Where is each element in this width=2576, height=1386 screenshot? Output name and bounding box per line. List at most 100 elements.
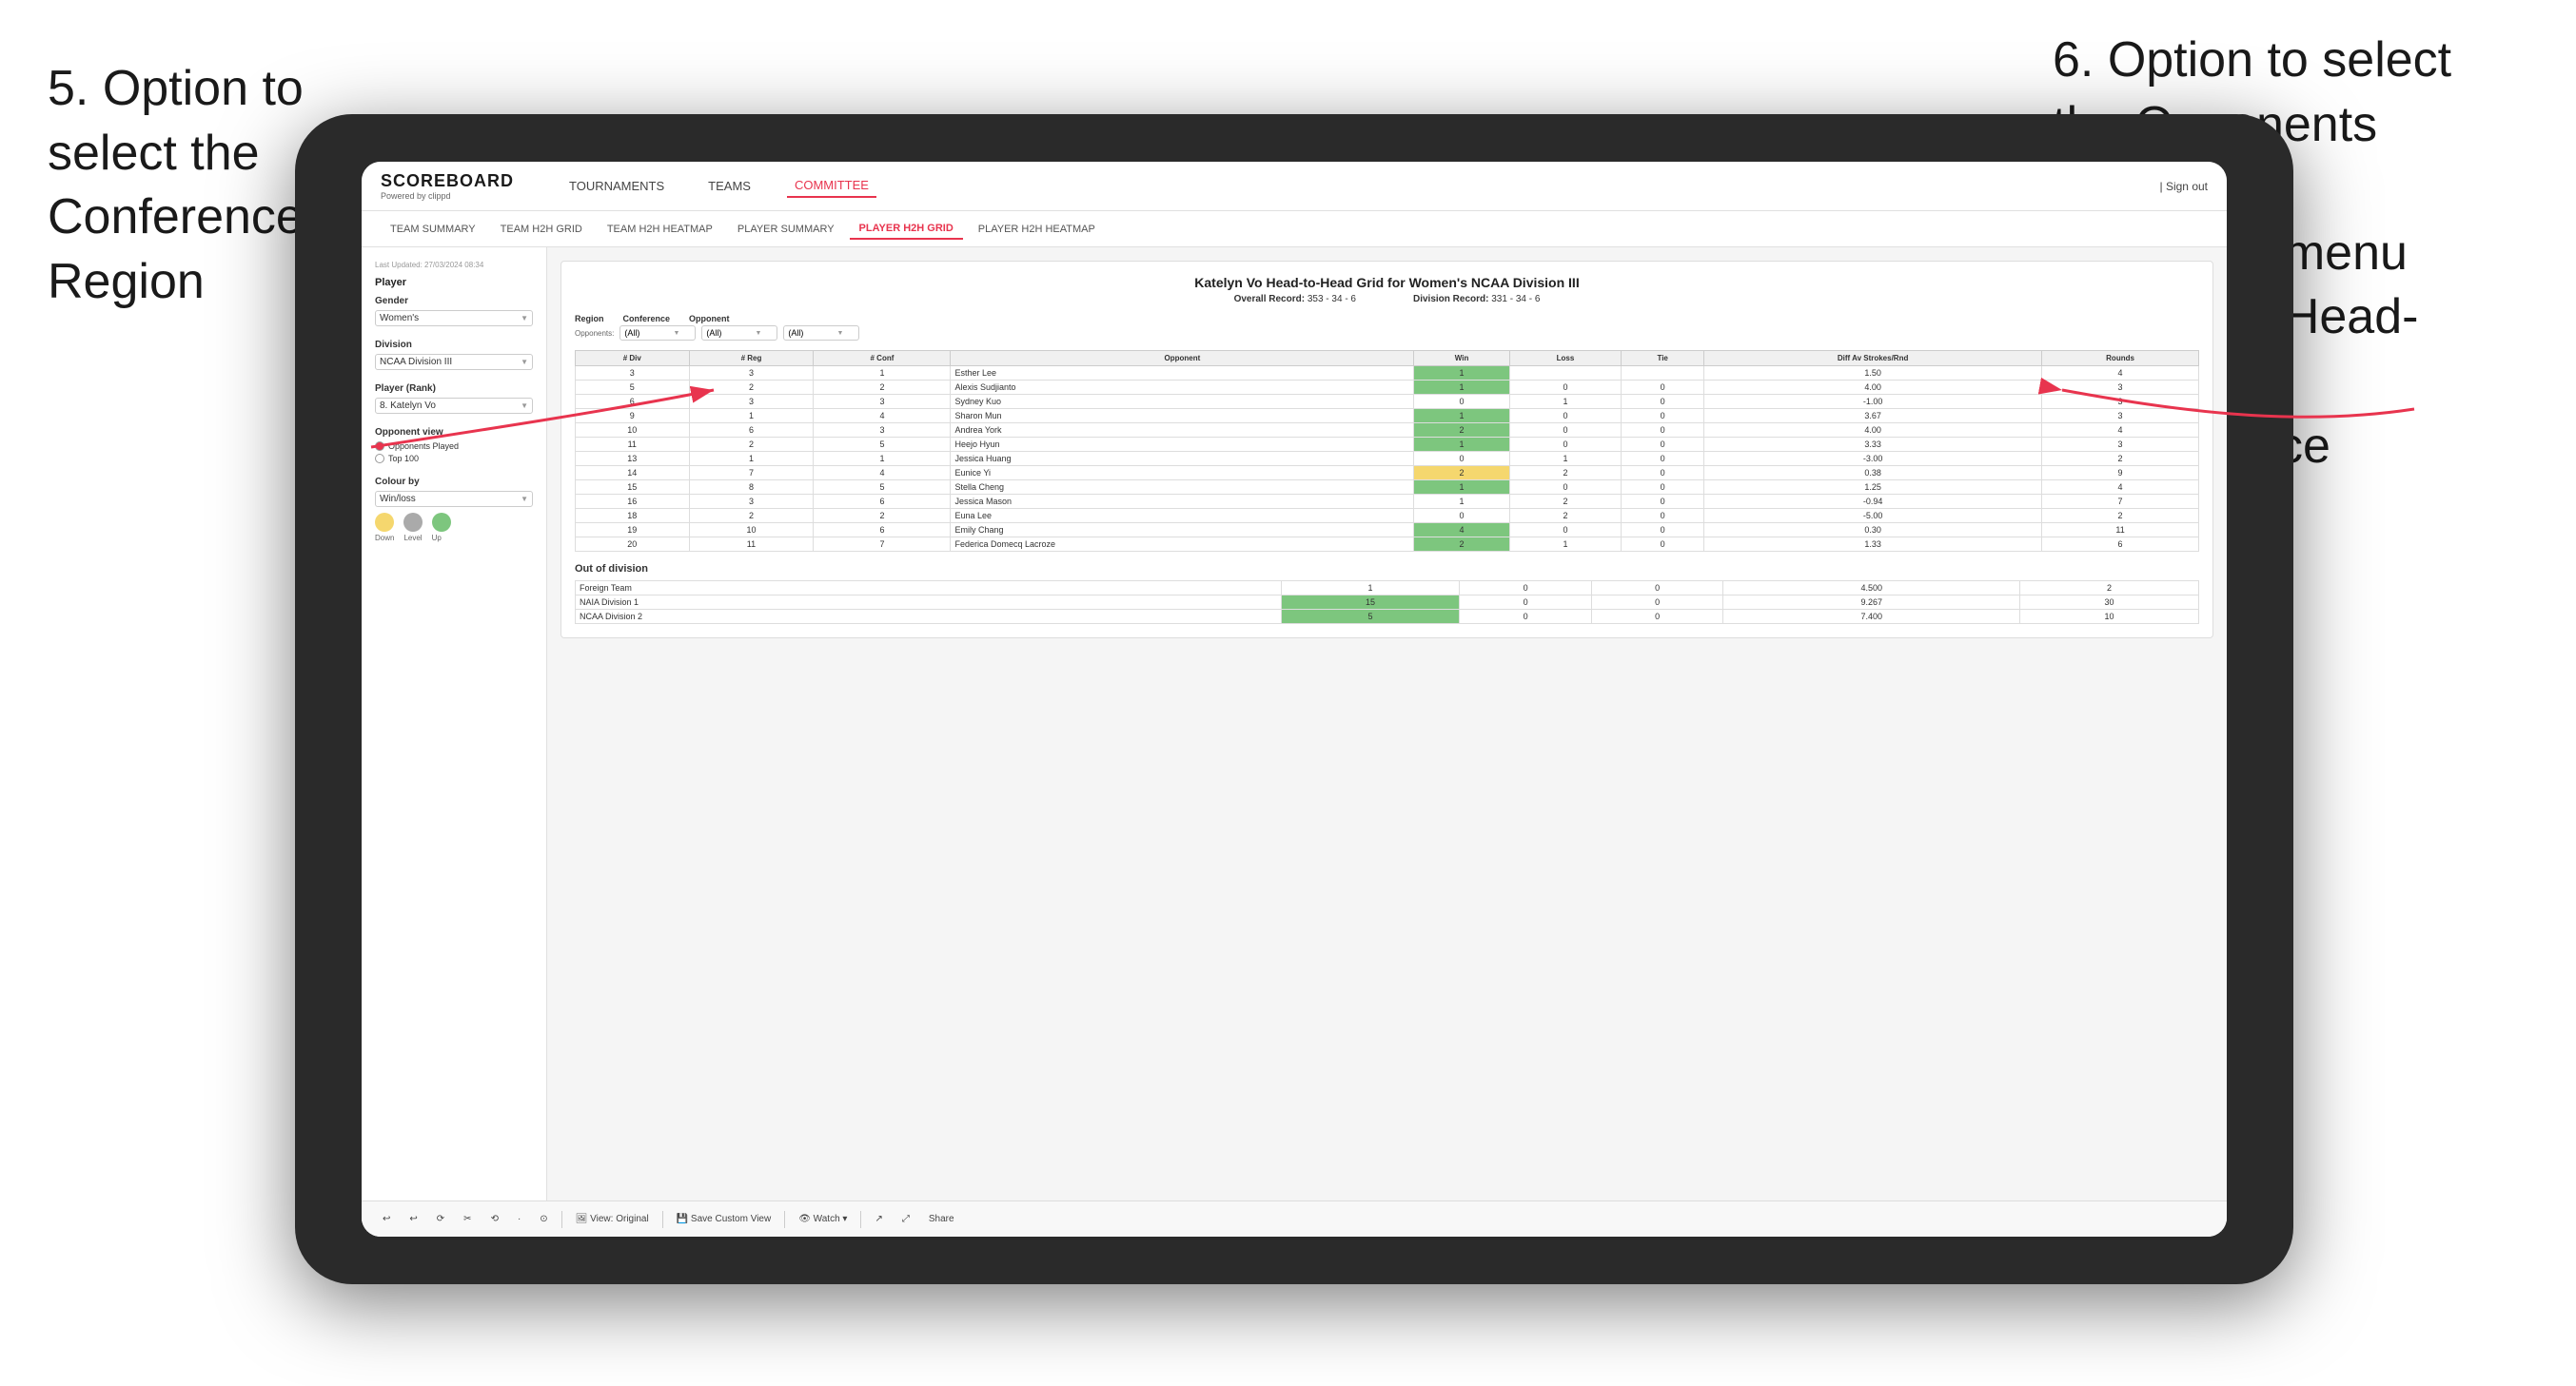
th-tie: Tie bbox=[1622, 351, 1704, 366]
cell-out-diff: 4.500 bbox=[1723, 581, 2020, 595]
subnav-player-h2h-grid[interactable]: PLAYER H2H GRID bbox=[850, 219, 963, 240]
opponent-played-radio[interactable]: Opponents Played bbox=[375, 441, 533, 451]
cell-win: 0 bbox=[1414, 395, 1509, 409]
cell-out-tie: 0 bbox=[1591, 610, 1723, 624]
division-section: Division NCAA Division III bbox=[375, 340, 533, 370]
cell-reg: 1 bbox=[689, 409, 814, 423]
label-up: Up bbox=[432, 534, 442, 542]
subnav-player-h2h-heatmap[interactable]: PLAYER H2H HEATMAP bbox=[969, 220, 1105, 239]
toolbar-save-custom[interactable]: 💾 Save Custom View bbox=[671, 1212, 777, 1226]
division-record-value: 331 - 34 - 6 bbox=[1491, 294, 1540, 304]
out-of-division-title: Out of division bbox=[575, 563, 2199, 575]
th-conf: # Conf bbox=[814, 351, 951, 366]
cell-diff: 3.33 bbox=[1704, 438, 2042, 452]
nav-tournaments[interactable]: TOURNAMENTS bbox=[561, 175, 672, 197]
th-diff: Diff Av Strokes/Rnd bbox=[1704, 351, 2042, 366]
overall-record-value: 353 - 34 - 6 bbox=[1308, 294, 1356, 304]
division-select[interactable]: NCAA Division III bbox=[375, 354, 533, 370]
cell-conf: 1 bbox=[814, 366, 951, 381]
cell-win: 2 bbox=[1414, 537, 1509, 552]
cell-conf: 6 bbox=[814, 523, 951, 537]
table-row: 18 2 2 Euna Lee 0 2 0 -5.00 2 bbox=[576, 509, 2199, 523]
conference-select[interactable]: (All) bbox=[701, 325, 777, 341]
report-header: Katelyn Vo Head-to-Head Grid for Women's… bbox=[575, 275, 2199, 304]
cell-rounds: 11 bbox=[2042, 523, 2199, 537]
cell-div: 14 bbox=[576, 466, 690, 480]
cell-rounds: 4 bbox=[2042, 366, 2199, 381]
toolbar-divider1 bbox=[561, 1211, 562, 1228]
cell-div: 18 bbox=[576, 509, 690, 523]
tablet-screen: SCOREBOARD Powered by clippd TOURNAMENTS… bbox=[362, 162, 2227, 1237]
cell-out-name: NCAA Division 2 bbox=[576, 610, 1282, 624]
cell-name: Stella Cheng bbox=[951, 480, 1414, 495]
table-row: 6 3 3 Sydney Kuo 0 1 0 -1.00 3 bbox=[576, 395, 2199, 409]
cell-tie: 0 bbox=[1622, 381, 1704, 395]
cell-loss bbox=[1509, 366, 1622, 381]
cell-conf: 4 bbox=[814, 409, 951, 423]
cell-rounds: 3 bbox=[2042, 409, 2199, 423]
opponent-label: Opponent bbox=[689, 314, 730, 323]
sign-out[interactable]: | Sign out bbox=[2160, 180, 2208, 193]
table-row: 20 11 7 Federica Domecq Lacroze 2 1 0 1.… bbox=[576, 537, 2199, 552]
cell-out-loss: 0 bbox=[1460, 581, 1592, 595]
cell-loss: 2 bbox=[1509, 509, 1622, 523]
cell-tie: 0 bbox=[1622, 423, 1704, 438]
cell-name: Alexis Sudjianto bbox=[951, 381, 1414, 395]
out-of-division-row: NAIA Division 1 15 0 0 9.267 30 bbox=[576, 595, 2199, 610]
cell-div: 6 bbox=[576, 395, 690, 409]
toolbar-watch[interactable]: 👁 Watch ▾ bbox=[793, 1212, 853, 1226]
region-select[interactable]: (All) bbox=[619, 325, 696, 341]
toolbar-fullscreen[interactable]: ⤢ bbox=[896, 1212, 915, 1226]
cell-out-win: 5 bbox=[1281, 610, 1460, 624]
cell-diff: 1.33 bbox=[1704, 537, 2042, 552]
cell-diff: -1.00 bbox=[1704, 395, 2042, 409]
cell-loss: 1 bbox=[1509, 395, 1622, 409]
nav-teams[interactable]: TEAMS bbox=[700, 175, 758, 197]
cell-diff: -0.94 bbox=[1704, 495, 2042, 509]
cell-diff: -3.00 bbox=[1704, 452, 2042, 466]
cell-name: Sharon Mun bbox=[951, 409, 1414, 423]
cell-win: 2 bbox=[1414, 423, 1509, 438]
cell-tie: 0 bbox=[1622, 495, 1704, 509]
cell-win: 1 bbox=[1414, 366, 1509, 381]
player-rank-select[interactable]: 8. Katelyn Vo bbox=[375, 398, 533, 414]
cell-tie: 0 bbox=[1622, 480, 1704, 495]
cell-loss: 0 bbox=[1509, 480, 1622, 495]
top100-radio[interactable]: Top 100 bbox=[375, 454, 533, 463]
cell-conf: 3 bbox=[814, 423, 951, 438]
cell-div: 20 bbox=[576, 537, 690, 552]
conference-label: Conference bbox=[623, 314, 671, 323]
colour-select[interactable]: Win/loss bbox=[375, 491, 533, 507]
cell-tie: 0 bbox=[1622, 395, 1704, 409]
cell-tie: 0 bbox=[1622, 438, 1704, 452]
gender-select[interactable]: Women's bbox=[375, 310, 533, 326]
toolbar-export[interactable]: ↗ bbox=[869, 1212, 888, 1226]
cell-conf: 1 bbox=[814, 452, 951, 466]
cell-tie: 0 bbox=[1622, 509, 1704, 523]
cell-div: 9 bbox=[576, 409, 690, 423]
subnav-team-h2h-heatmap[interactable]: TEAM H2H HEATMAP bbox=[598, 220, 722, 239]
table-row: 16 3 6 Jessica Mason 1 2 0 -0.94 7 bbox=[576, 495, 2199, 509]
cell-name: Emily Chang bbox=[951, 523, 1414, 537]
toolbar-target[interactable]: ⊙ bbox=[547, 1212, 554, 1226]
cell-win: 1 bbox=[1414, 381, 1509, 395]
opponents-sublabel: Opponents: bbox=[575, 329, 614, 338]
toolbar-view-original[interactable]: 🖼 View: Original bbox=[570, 1212, 655, 1226]
cell-out-loss: 0 bbox=[1460, 595, 1592, 610]
division-record: Division Record: 331 - 34 - 6 bbox=[1413, 294, 1540, 304]
subnav-player-summary[interactable]: PLAYER SUMMARY bbox=[728, 220, 844, 239]
cell-out-diff: 9.267 bbox=[1723, 595, 2020, 610]
cell-tie: 0 bbox=[1622, 466, 1704, 480]
table-row: 13 1 1 Jessica Huang 0 1 0 -3.00 2 bbox=[576, 452, 2199, 466]
cell-conf: 5 bbox=[814, 480, 951, 495]
cell-name: Andrea York bbox=[951, 423, 1414, 438]
toolbar-share[interactable]: Share bbox=[923, 1212, 960, 1226]
cell-tie bbox=[1622, 366, 1704, 381]
opponent-select[interactable]: (All) bbox=[783, 325, 859, 341]
table-row: 5 2 2 Alexis Sudjianto 1 0 0 4.00 3 bbox=[576, 381, 2199, 395]
nav-committee[interactable]: COMMITTEE bbox=[787, 174, 876, 198]
cell-out-tie: 0 bbox=[1591, 595, 1723, 610]
subnav-team-summary[interactable]: TEAM SUMMARY bbox=[381, 220, 485, 239]
subnav-team-h2h-grid[interactable]: TEAM H2H GRID bbox=[491, 220, 592, 239]
sidebar: Last Updated: 27/03/2024 08:34 Player Ge… bbox=[362, 247, 547, 1237]
